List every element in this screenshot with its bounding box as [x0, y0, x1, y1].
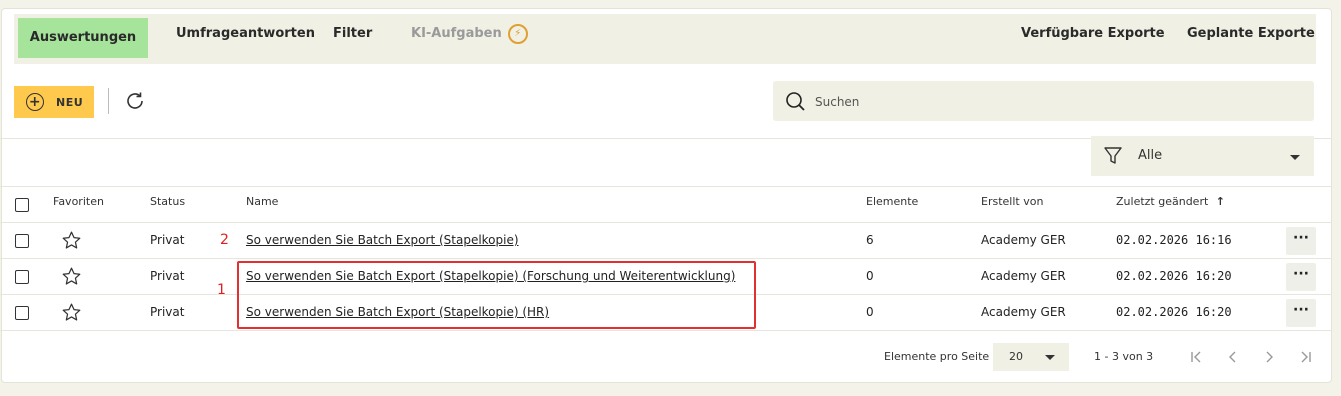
tab-survey-answers[interactable]: Umfrageantworten	[176, 14, 315, 54]
tab-bar: Auswertungen Umfrageantworten Filter KI-…	[14, 14, 1316, 64]
row-created-by: Academy GER	[981, 305, 1066, 319]
row-more-button[interactable]: ···	[1286, 299, 1316, 327]
row-border	[0, 330, 1331, 331]
row-created-by: Academy GER	[981, 269, 1066, 283]
new-button-label: NEU	[56, 95, 84, 109]
row-name-link[interactable]: So verwenden Sie Batch Export (Stapelkop…	[246, 233, 519, 247]
row-status: Privat	[150, 305, 185, 319]
row-changed: 02.02.2026 16:20	[1116, 305, 1232, 319]
header-name[interactable]: Name	[246, 195, 278, 208]
items-per-page-value: 20	[1009, 350, 1023, 363]
star-outline-icon[interactable]	[61, 302, 82, 323]
star-outline-icon[interactable]	[61, 266, 82, 287]
first-page-icon[interactable]	[1189, 349, 1205, 365]
items-per-page-select[interactable]: 20	[993, 343, 1069, 371]
row-created-by: Academy GER	[981, 233, 1066, 247]
annotation-label-2: 2	[220, 232, 229, 248]
search-icon	[786, 92, 805, 111]
tab-scheduled-exports[interactable]: Geplante Exporte	[1187, 14, 1315, 54]
row-checkbox[interactable]	[15, 270, 29, 284]
annotation-highlight-box	[237, 261, 756, 329]
row-changed: 02.02.2026 16:20	[1116, 269, 1232, 283]
annotation-label-1: 1	[217, 282, 226, 298]
pagination-range: 1 - 3 von 3	[1094, 350, 1154, 363]
row-changed: 02.02.2026 16:16	[1116, 233, 1232, 247]
filter-selected-value: Alle	[1138, 148, 1163, 163]
row-elements: 0	[866, 305, 874, 319]
row-border	[0, 258, 1331, 259]
row-more-button[interactable]: ···	[1286, 263, 1316, 291]
sort-ascending-icon: ↑	[1215, 195, 1225, 208]
chevron-down-icon	[1290, 155, 1300, 160]
star-outline-icon[interactable]	[61, 230, 82, 251]
chevron-down-icon	[1045, 355, 1055, 360]
refresh-icon[interactable]	[122, 88, 148, 114]
search-input[interactable]	[813, 91, 1297, 113]
row-elements: 0	[866, 269, 874, 283]
row-elements: 6	[866, 233, 874, 247]
row-status: Privat	[150, 269, 185, 283]
new-button[interactable]: + NEU	[14, 86, 94, 118]
next-page-icon[interactable]	[1261, 349, 1277, 365]
header-created-by[interactable]: Erstellt von	[981, 195, 1043, 208]
tab-ai-tasks-label: KI-Aufgaben	[411, 26, 502, 41]
tab-evaluations[interactable]: Auswertungen	[18, 18, 148, 58]
row-checkbox[interactable]	[15, 234, 29, 248]
search-box	[773, 81, 1314, 121]
items-per-page-label: Elemente pro Seite	[884, 350, 990, 363]
select-all-checkbox[interactable]	[15, 198, 29, 212]
header-last-changed-label: Zuletzt geändert	[1116, 195, 1209, 208]
toolbar-divider	[108, 88, 109, 114]
row-checkbox[interactable]	[15, 306, 29, 320]
header-elements[interactable]: Elemente	[866, 195, 918, 208]
header-row-border	[0, 222, 1331, 223]
tab-ai-tasks[interactable]: KI-Aufgaben ⚡	[411, 14, 528, 54]
row-more-button[interactable]: ···	[1286, 227, 1316, 255]
funnel-icon	[1104, 147, 1122, 164]
header-status[interactable]: Status	[150, 195, 185, 208]
table-top-border	[0, 186, 1331, 187]
last-page-icon[interactable]	[1297, 349, 1313, 365]
tab-available-exports[interactable]: Verfügbare Exporte	[1021, 14, 1165, 54]
filter-dropdown[interactable]: Alle	[1091, 136, 1314, 176]
row-status: Privat	[150, 233, 185, 247]
ai-lightning-icon: ⚡	[507, 23, 528, 44]
header-last-changed[interactable]: Zuletzt geändert ↑	[1116, 195, 1225, 208]
header-favorites: Favoriten	[53, 195, 104, 208]
plus-circle-icon: +	[26, 93, 44, 111]
tab-filter[interactable]: Filter	[333, 14, 372, 54]
prev-page-icon[interactable]	[1225, 349, 1241, 365]
